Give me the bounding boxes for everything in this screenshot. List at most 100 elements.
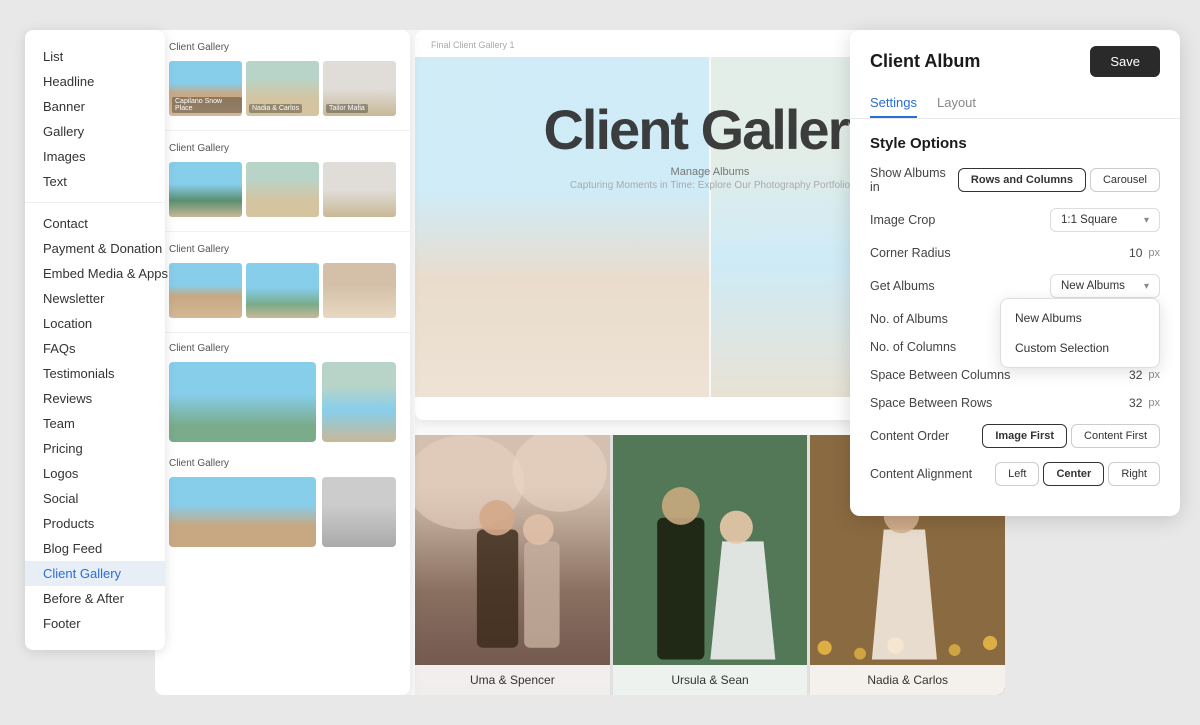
gallery-section-title-3: Client Gallery xyxy=(169,244,396,255)
dropdown-item-custom-selection[interactable]: Custom Selection xyxy=(1001,333,1159,363)
show-albums-row: Show Albums in Rows and Columns Carousel xyxy=(870,166,1160,194)
sidebar-item-testimonials[interactable]: Testimonials xyxy=(25,361,165,386)
sidebar-item-before-after[interactable]: Before & After xyxy=(25,586,165,611)
sidebar-item-text[interactable]: Text xyxy=(25,169,165,194)
image-crop-label: Image Crop xyxy=(870,213,1050,227)
sidebar-item-pricing[interactable]: Pricing xyxy=(25,436,165,461)
sidebar-item-payment[interactable]: Payment & Donation xyxy=(25,236,165,261)
content-order-row: Content Order Image First Content First xyxy=(870,424,1160,448)
gallery-thumb-4-1[interactable] xyxy=(169,362,316,442)
image-first-toggle[interactable]: Image First xyxy=(982,424,1067,448)
space-columns-row: Space Between Columns 32 px xyxy=(870,368,1160,382)
get-albums-row: Get Albums New Albums ▾ New Albums Custo… xyxy=(870,274,1160,298)
sidebar-item-contact[interactable]: Contact xyxy=(25,211,165,236)
align-right-toggle[interactable]: Right xyxy=(1108,462,1160,486)
sidebar-item-images[interactable]: Images xyxy=(25,144,165,169)
align-left-toggle[interactable]: Left xyxy=(995,462,1039,486)
hero-gallery-tag: Final Client Gallery 1 xyxy=(431,40,515,50)
style-options-heading: Style Options xyxy=(870,135,1160,152)
space-columns-controls: 32 px xyxy=(1112,368,1160,382)
sidebar-item-list[interactable]: List xyxy=(25,44,165,69)
gallery-thumb-2-2[interactable] xyxy=(246,162,319,217)
get-albums-select[interactable]: New Albums ▾ xyxy=(1050,274,1160,298)
corner-radius-row: Corner Radius 10 px xyxy=(870,246,1160,260)
gallery-section-1: Client Gallery Capilano Snow Place Nadia… xyxy=(155,30,410,131)
sidebar-item-faqs[interactable]: FAQs xyxy=(25,336,165,361)
gallery-thumbs-2 xyxy=(169,162,396,217)
sidebar-item-products[interactable]: Products xyxy=(25,511,165,536)
corner-radius-value: 10 xyxy=(1112,246,1142,260)
panel-title: Client Album xyxy=(870,51,980,72)
sidebar-item-headline[interactable]: Headline xyxy=(25,69,165,94)
gallery-thumb-1-3[interactable]: Tailor Mafia xyxy=(323,61,396,116)
sidebar-item-banner[interactable]: Banner xyxy=(25,94,165,119)
rows-columns-toggle[interactable]: Rows and Columns xyxy=(958,168,1086,192)
sidebar: List Headline Banner Gallery Images Text… xyxy=(25,30,165,650)
content-order-label: Content Order xyxy=(870,429,982,443)
sidebar-item-social[interactable]: Social xyxy=(25,486,165,511)
align-center-toggle[interactable]: Center xyxy=(1043,462,1104,486)
sidebar-item-reviews[interactable]: Reviews xyxy=(25,386,165,411)
carousel-toggle[interactable]: Carousel xyxy=(1090,168,1160,192)
sidebar-item-client-gallery[interactable]: Client Gallery xyxy=(25,561,165,586)
gallery-thumb-2-1[interactable] xyxy=(169,162,242,217)
get-albums-value: New Albums xyxy=(1061,280,1125,292)
gallery-thumb-3-2[interactable] xyxy=(246,263,319,318)
gallery-thumb-4-2[interactable] xyxy=(322,362,396,442)
sidebar-item-footer[interactable]: Footer xyxy=(25,611,165,636)
corner-radius-unit: px xyxy=(1148,247,1160,259)
gallery-section-title-4: Client Gallery xyxy=(169,343,396,354)
divider-1 xyxy=(25,202,165,203)
panel-body: Style Options Show Albums in Rows and Co… xyxy=(850,119,1180,516)
thumb-label-1-1: Capilano Snow Place xyxy=(172,97,242,113)
sidebar-item-newsletter[interactable]: Newsletter xyxy=(25,286,165,311)
sidebar-item-location[interactable]: Location xyxy=(25,311,165,336)
chevron-down-icon: ▾ xyxy=(1144,215,1149,226)
sidebar-item-gallery[interactable]: Gallery xyxy=(25,119,165,144)
gallery-section-3: Client Gallery xyxy=(155,232,410,333)
content-alignment-controls: Left Center Right xyxy=(995,462,1160,486)
gallery-thumb-5-1[interactable] xyxy=(169,477,316,547)
gallery-thumb-2-3[interactable] xyxy=(323,162,396,217)
panel-header: Client Album Save xyxy=(850,30,1180,77)
wedding-label-uma: Uma & Spencer xyxy=(415,665,610,695)
dropdown-item-new-albums[interactable]: New Albums xyxy=(1001,303,1159,333)
show-albums-label: Show Albums in xyxy=(870,166,958,194)
image-crop-value: 1:1 Square xyxy=(1061,214,1117,226)
thumb-label-1-3: Tailor Mafia xyxy=(326,104,368,113)
gallery-thumb-1-2[interactable]: Nadia & Carlos xyxy=(246,61,319,116)
image-crop-row: Image Crop 1:1 Square ▾ xyxy=(870,208,1160,232)
tab-settings[interactable]: Settings xyxy=(870,89,917,118)
gallery-thumb-5-2[interactable] xyxy=(322,477,396,547)
gallery-section-title-5: Client Gallery xyxy=(169,458,396,469)
wedding-couple-ursula-sean: Ursula & Sean xyxy=(610,435,811,695)
wedding-couple-uma-spencer: Uma & Spencer xyxy=(415,435,610,695)
corner-radius-label: Corner Radius xyxy=(870,246,1112,260)
gallery-thumbs-4 xyxy=(169,362,396,442)
space-columns-label: Space Between Columns xyxy=(870,368,1112,382)
image-crop-select[interactable]: 1:1 Square ▾ xyxy=(1050,208,1160,232)
chevron-down-icon-2: ▾ xyxy=(1144,281,1149,292)
sidebar-item-embed[interactable]: Embed Media & Apps xyxy=(25,261,165,286)
gallery-section-title-2: Client Gallery xyxy=(169,143,396,154)
gallery-thumb-1-1[interactable]: Capilano Snow Place xyxy=(169,61,242,116)
space-rows-unit: px xyxy=(1148,397,1160,409)
gallery-panel: Client Gallery Capilano Snow Place Nadia… xyxy=(155,30,410,695)
space-rows-value: 32 xyxy=(1112,396,1142,410)
space-columns-unit: px xyxy=(1148,369,1160,381)
gallery-thumbs-5 xyxy=(169,477,396,547)
get-albums-label: Get Albums xyxy=(870,279,1050,293)
content-order-controls: Image First Content First xyxy=(982,424,1160,448)
gallery-thumb-3-3[interactable] xyxy=(323,263,396,318)
gallery-section-2: Client Gallery xyxy=(155,131,410,232)
sidebar-item-blog-feed[interactable]: Blog Feed xyxy=(25,536,165,561)
content-first-toggle[interactable]: Content First xyxy=(1071,424,1160,448)
gallery-thumb-3-1[interactable] xyxy=(169,263,242,318)
show-albums-controls: Rows and Columns Carousel xyxy=(958,168,1160,192)
sidebar-item-team[interactable]: Team xyxy=(25,411,165,436)
save-button[interactable]: Save xyxy=(1090,46,1160,77)
tab-layout[interactable]: Layout xyxy=(937,89,976,118)
sidebar-item-logos[interactable]: Logos xyxy=(25,461,165,486)
content-alignment-row: Content Alignment Left Center Right xyxy=(870,462,1160,486)
wedding-label-nadia: Nadia & Carlos xyxy=(810,665,1005,695)
